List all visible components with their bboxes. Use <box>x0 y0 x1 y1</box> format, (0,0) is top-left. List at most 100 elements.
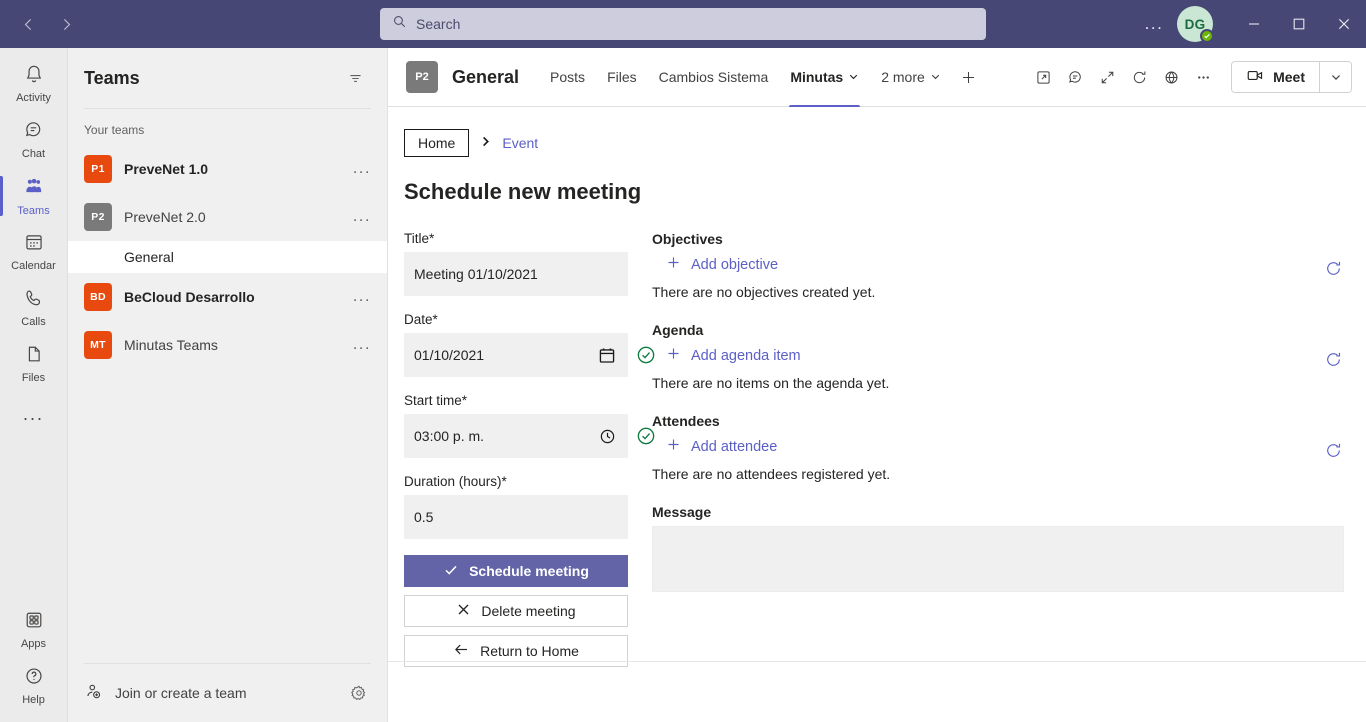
team-row[interactable]: MT Minutas Teams ... <box>68 321 387 369</box>
title-bar: Search ... DG <box>0 0 1366 48</box>
rail-label-calls: Calls <box>21 316 46 328</box>
rail-label-chat: Chat <box>21 148 46 160</box>
tab-label: Files <box>607 69 637 85</box>
schedule-meeting-button[interactable]: Schedule meeting <box>404 555 628 587</box>
add-agenda-item-button[interactable]: Add agenda item <box>652 344 801 367</box>
tab-2-more[interactable]: 2 more <box>870 48 952 107</box>
add-tab-button[interactable] <box>952 48 986 107</box>
channel-team-avatar: P2 <box>406 61 438 93</box>
teams-panel-footer: Join or create a team <box>68 664 387 722</box>
team-name: PreveNet 2.0 <box>124 209 206 225</box>
titlebar-right: ... DG <box>990 0 1366 48</box>
start-time-field-label: Start time* <box>404 393 468 408</box>
rail-overflow-icon[interactable]: ... <box>0 392 68 436</box>
apps-icon <box>23 609 45 636</box>
meet-button[interactable]: Meet <box>1232 62 1319 92</box>
team-overflow-icon[interactable]: ... <box>349 336 375 354</box>
navigation-arrows <box>0 8 376 40</box>
expand-icon[interactable] <box>1091 61 1123 93</box>
rail-top-items: Activity Chat Teams Calendar Calls Files… <box>0 48 68 436</box>
tab-posts[interactable]: Posts <box>539 48 596 107</box>
add-person-icon <box>84 682 103 704</box>
file-icon <box>23 343 45 370</box>
add-objective-button[interactable]: Add objective <box>652 253 778 276</box>
refresh-icon[interactable] <box>1123 61 1155 93</box>
rail-item-calendar[interactable]: Calendar <box>0 224 68 280</box>
clock-icon[interactable] <box>596 428 618 445</box>
rail-item-help[interactable]: Help <box>0 658 68 714</box>
team-avatar: MT <box>84 331 112 359</box>
meet-label: Meet <box>1273 69 1305 85</box>
return-to-home-button[interactable]: Return to Home <box>404 635 628 667</box>
channel-item-general[interactable]: General <box>68 241 387 273</box>
team-row[interactable]: P1 PreveNet 1.0 ... <box>68 145 387 193</box>
gear-icon[interactable] <box>343 677 375 709</box>
message-textarea[interactable] <box>652 526 1344 592</box>
rail-item-apps[interactable]: Apps <box>0 602 68 658</box>
conversation-icon[interactable] <box>1059 61 1091 93</box>
avatar[interactable]: DG <box>1177 6 1214 43</box>
agenda-empty-text: There are no items on the agenda yet. <box>652 375 890 391</box>
close-button[interactable] <box>1321 0 1366 48</box>
team-name: Minutas Teams <box>124 337 218 353</box>
duration-input-value: 0.5 <box>414 509 434 525</box>
team-avatar: P1 <box>84 155 112 183</box>
filter-icon[interactable] <box>339 62 371 94</box>
maximize-button[interactable] <box>1276 0 1321 48</box>
forward-button[interactable] <box>50 8 82 40</box>
join-or-create-team-label: Join or create a team <box>115 685 247 701</box>
agenda-refresh-icon[interactable] <box>1322 348 1344 370</box>
open-in-new-icon[interactable] <box>1027 61 1059 93</box>
delete-meeting-button[interactable]: Delete meeting <box>404 595 628 627</box>
objectives-refresh-icon[interactable] <box>1322 257 1344 279</box>
duration-input[interactable]: 0.5 <box>404 495 628 539</box>
tab-cambios-sistema[interactable]: Cambios Sistema <box>648 48 780 107</box>
search-placeholder: Search <box>416 16 461 32</box>
minimize-button[interactable] <box>1231 0 1276 48</box>
add-agenda-item-label: Add agenda item <box>691 347 801 364</box>
team-overflow-icon[interactable]: ... <box>349 160 375 178</box>
rail-item-chat[interactable]: Chat <box>0 112 68 168</box>
team-row[interactable]: P2 PreveNet 2.0 ... <box>68 193 387 241</box>
attendees-section: Attendees Add attendee There are no atte… <box>652 413 1344 482</box>
tab-label: Minutas <box>790 69 844 85</box>
search-area: Search <box>376 8 990 40</box>
attendees-refresh-icon[interactable] <box>1322 439 1344 461</box>
titlebar-more-icon[interactable]: ... <box>1137 8 1171 40</box>
team-name: PreveNet 1.0 <box>124 161 209 177</box>
add-attendee-button[interactable]: Add attendee <box>652 435 777 458</box>
rail-bottom-items: Apps Help <box>0 602 68 722</box>
join-or-create-team-button[interactable]: Join or create a team <box>84 682 247 704</box>
breadcrumb-current-event[interactable]: Event <box>502 135 538 151</box>
meet-dropdown-button[interactable] <box>1319 62 1351 92</box>
tab-minutas[interactable]: Minutas <box>779 48 870 107</box>
schedule-meeting-label: Schedule meeting <box>469 563 589 579</box>
title-input[interactable]: Meeting 01/10/2021 <box>404 252 628 296</box>
check-icon <box>443 562 459 581</box>
teams-panel-header: Teams <box>68 48 387 108</box>
globe-icon[interactable] <box>1155 61 1187 93</box>
help-icon <box>23 665 45 692</box>
rail-label-activity: Activity <box>16 92 51 104</box>
more-icon[interactable] <box>1187 61 1219 93</box>
date-input[interactable]: 01/10/2021 <box>404 333 655 377</box>
search-icon <box>392 14 407 34</box>
search-input[interactable]: Search <box>380 8 986 40</box>
back-button[interactable] <box>12 8 44 40</box>
objectives-title: Objectives <box>652 231 723 247</box>
breadcrumb-home-button[interactable]: Home <box>404 129 470 157</box>
teams-icon <box>22 175 45 203</box>
rail-item-activity[interactable]: Activity <box>0 56 68 112</box>
tab-label: Posts <box>550 69 586 85</box>
team-overflow-icon[interactable]: ... <box>349 208 375 226</box>
rail-label-files: Files <box>21 372 46 384</box>
rail-item-calls[interactable]: Calls <box>0 280 68 336</box>
team-row[interactable]: BD BeCloud Desarrollo ... <box>68 273 387 321</box>
message-title: Message <box>652 504 712 520</box>
tab-files[interactable]: Files <box>596 48 648 107</box>
rail-item-teams[interactable]: Teams <box>0 168 68 224</box>
team-overflow-icon[interactable]: ... <box>349 288 375 306</box>
rail-item-files[interactable]: Files <box>0 336 68 392</box>
start-time-input[interactable]: 03:00 p. m. <box>404 414 655 458</box>
calendar-picker-icon[interactable] <box>596 347 618 364</box>
